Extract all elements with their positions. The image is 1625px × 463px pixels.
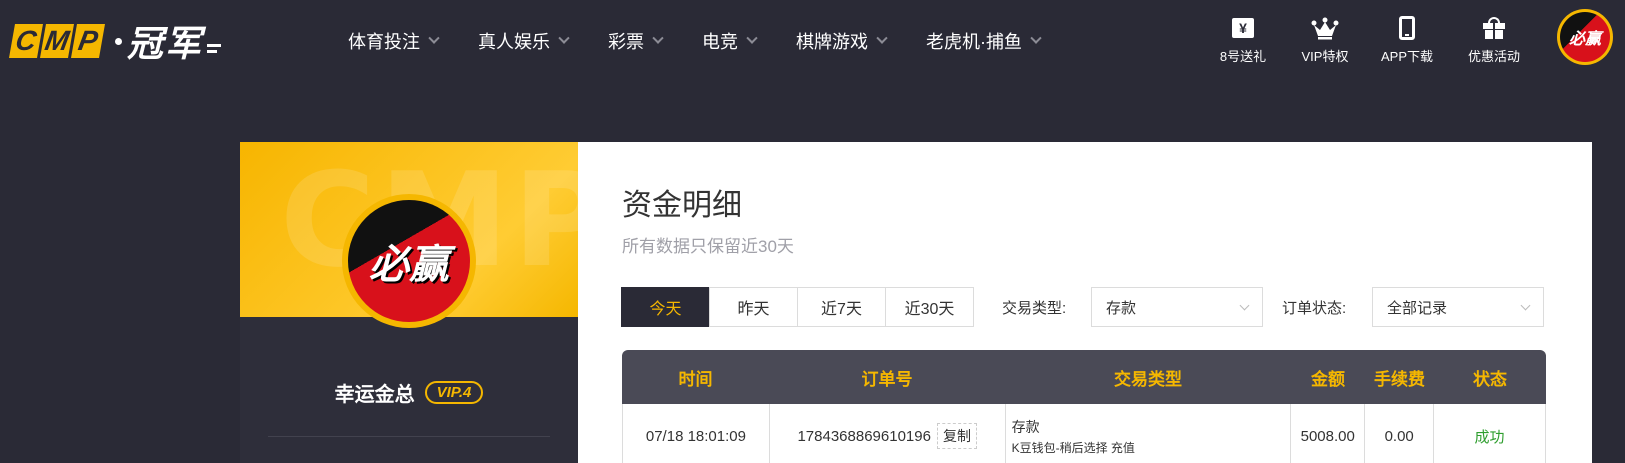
cell-status: 成功 — [1434, 404, 1546, 463]
cell-time: 07/18 18:01:09 — [623, 404, 770, 463]
nav-item-label: 体育投注 — [348, 32, 420, 52]
nav-item-slots-fishing[interactable]: 老虎机·捕鱼 — [926, 28, 1042, 54]
main-nav: 体育投注 真人娱乐 彩票 电竞 棋牌游戏 老虎机·捕鱼 — [348, 0, 1080, 82]
quick-link-promotions[interactable]: 优惠活动 — [1454, 14, 1534, 65]
nav-item-label: 电竞 — [702, 32, 738, 52]
quick-link-label: APP下载 — [1380, 49, 1433, 64]
page-title: 资金明细 — [622, 189, 742, 222]
fund-details-panel: 资金明细 所有数据只保留近30天 今天 昨天 近7天 近30天 交易类型: 存款… — [578, 142, 1592, 463]
table-header: 时间 订单号 交易类型 金额 手续费 状态 — [622, 350, 1546, 404]
page-subtitle: 所有数据只保留近30天 — [622, 237, 794, 256]
ticket-icon: ¥ — [1232, 18, 1254, 38]
top-header: C M P 冠军 体育投注 真人娱乐 彩票 电竞 棋牌游戏 老虎机·捕鱼 ¥ 8… — [0, 0, 1625, 82]
tab-today[interactable]: 今天 — [621, 287, 710, 327]
quick-link-label: 8号送礼 — [1219, 49, 1267, 64]
chevron-down-icon — [876, 32, 888, 44]
nav-item-lottery[interactable]: 彩票 — [608, 28, 664, 54]
type-main: 存款 — [1011, 418, 1040, 435]
nav-item-label: 彩票 — [608, 32, 644, 52]
quick-link-label: 优惠活动 — [1467, 49, 1520, 64]
transaction-type-select[interactable]: 存款 — [1091, 287, 1263, 327]
tab-yesterday[interactable]: 昨天 — [709, 287, 798, 327]
cell-order-no: 1784368869610196 复制 — [770, 404, 1006, 463]
chevron-down-icon — [558, 32, 570, 44]
gift-icon — [1483, 17, 1505, 39]
chevron-down-icon — [1520, 300, 1531, 311]
avatar-logo-text: 必赢 — [348, 200, 470, 322]
phone-icon — [1399, 16, 1415, 40]
order-number: 1784368869610196 — [797, 427, 931, 445]
chevron-down-icon — [652, 32, 664, 44]
crown-icon — [1311, 17, 1339, 40]
chevron-down-icon — [428, 32, 440, 44]
avatar-logo-text: 必赢 — [1560, 12, 1610, 62]
quick-link-label: VIP特权 — [1301, 49, 1349, 64]
logo-letter-m: M — [40, 24, 74, 58]
nav-item-sports[interactable]: 体育投注 — [348, 28, 440, 54]
nav-item-label: 老虎机·捕鱼 — [926, 32, 1022, 52]
username: 幸运金总 — [334, 384, 415, 406]
logo-letter-p: P — [71, 24, 105, 58]
type-detail: K豆钱包-稍后选择 充值 — [1011, 440, 1135, 455]
nav-item-label: 棋牌游戏 — [796, 32, 868, 52]
chevron-down-icon — [1239, 300, 1250, 311]
column-header-status: 状态 — [1473, 369, 1507, 389]
column-header-amount: 金额 — [1311, 369, 1345, 389]
quick-link-gift-8[interactable]: ¥ 8号送礼 — [1203, 14, 1283, 65]
site-logo[interactable]: C M P 冠军 — [9, 22, 222, 65]
order-status-label: 订单状态: — [1282, 299, 1347, 317]
user-info: 幸运金总 VIP.4 — [240, 378, 578, 407]
select-value: 全部记录 — [1387, 299, 1448, 317]
logo-text: 冠军 — [127, 24, 204, 65]
column-header-order-no: 订单号 — [861, 369, 913, 389]
logo-letter-c: C — [9, 24, 43, 58]
logo-dot — [115, 37, 122, 45]
cell-amount: 5008.00 — [1291, 404, 1366, 463]
column-header-time: 时间 — [678, 369, 713, 389]
cell-type: 存款 K豆钱包-稍后选择 充值 — [1006, 404, 1292, 463]
quick-link-app-download[interactable]: APP下载 — [1367, 14, 1447, 65]
account-sidebar: CMP 必赢 幸运金总 VIP.4 — [240, 142, 578, 463]
quick-link-vip[interactable]: VIP特权 — [1285, 14, 1365, 65]
date-range-tabs: 今天 昨天 近7天 近30天 — [621, 287, 974, 327]
nav-item-esports[interactable]: 电竞 — [702, 28, 758, 54]
sidebar-divider — [268, 436, 550, 437]
transactions-table: 时间 订单号 交易类型 金额 手续费 状态 07/18 18:01:09 178… — [622, 350, 1546, 463]
transaction-type-label: 交易类型: — [1002, 299, 1067, 317]
table-row: 07/18 18:01:09 1784368869610196 复制 存款 K豆… — [622, 404, 1546, 463]
order-status-select[interactable]: 全部记录 — [1372, 287, 1544, 327]
vip-badge[interactable]: VIP.4 — [424, 381, 484, 404]
tab-last-7-days[interactable]: 近7天 — [797, 287, 886, 327]
nav-item-live-casino[interactable]: 真人娱乐 — [478, 28, 570, 54]
chevron-down-icon — [746, 32, 758, 44]
column-header-fee: 手续费 — [1374, 369, 1425, 389]
user-avatar-button[interactable]: 必赢 — [1557, 9, 1613, 65]
column-header-type: 交易类型 — [1114, 369, 1182, 389]
profile-avatar[interactable]: 必赢 — [342, 194, 476, 328]
select-value: 存款 — [1106, 299, 1137, 317]
tab-last-30-days[interactable]: 近30天 — [885, 287, 974, 327]
copy-button[interactable]: 复制 — [936, 423, 977, 449]
chevron-down-icon — [1030, 32, 1042, 44]
nav-item-card-games[interactable]: 棋牌游戏 — [796, 28, 888, 54]
logo-dash-icon — [207, 43, 222, 53]
nav-item-label: 真人娱乐 — [478, 32, 550, 52]
cell-fee: 0.00 — [1365, 404, 1435, 463]
